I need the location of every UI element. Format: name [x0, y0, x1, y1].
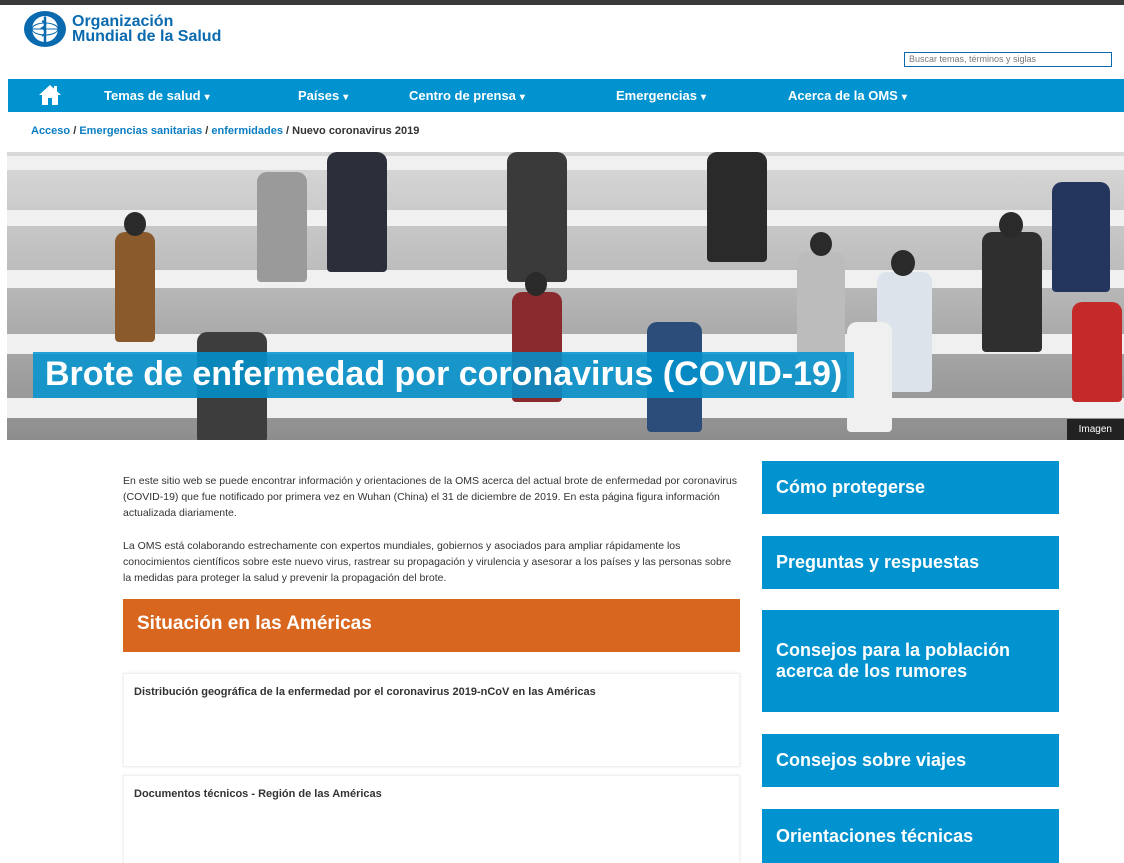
hero-title: Brote de enfermedad por coronavirus (COV…: [33, 352, 855, 398]
main-nav: Temas de salud ▾ Países ▾ Centro de prensa…: [8, 79, 1124, 112]
situation-americas-header[interactable]: Situación en las Américas: [123, 599, 740, 652]
sidebar-button-orientaciones-tecnicas[interactable]: Orientaciones técnicas: [762, 809, 1059, 863]
card-geographic-distribution[interactable]: Distribución geográfica de la enfermedad…: [123, 673, 740, 767]
hero-banner: Brote de enfermedad por coronavirus (COV…: [7, 152, 1124, 440]
nav-item-paises[interactable]: Países ▾: [298, 88, 348, 103]
top-border: [0, 0, 1124, 5]
logo-line-1: Organización: [72, 13, 174, 30]
image-credit-button[interactable]: Imagen: [1066, 419, 1124, 440]
sidebar-button-consejos-viajes[interactable]: Consejos sobre viajes: [762, 734, 1059, 787]
who-emblem-icon: [24, 11, 66, 47]
home-icon[interactable]: [38, 83, 62, 107]
card-title[interactable]: Distribución geográfica de la enfermedad…: [124, 674, 739, 710]
breadcrumb-link-enfermidades[interactable]: enfermidades: [211, 125, 283, 137]
card-title[interactable]: Documentos técnicos - Región de las Amér…: [124, 776, 739, 812]
chevron-down-icon: ▾: [204, 92, 210, 103]
nav-label: Temas de salud: [104, 88, 201, 103]
sidebar-button-consejos-rumores[interactable]: Consejos para la población acerca de los…: [762, 610, 1059, 712]
chevron-down-icon: ▾: [343, 92, 349, 103]
breadcrumb-link-acceso[interactable]: Acceso: [31, 125, 70, 137]
intro-paragraph-1: En este sitio web se puede encontrar inf…: [123, 475, 738, 519]
chevron-down-icon: ▾: [901, 92, 907, 103]
breadcrumb: Acceso / Emergencias sanitarias / enferm…: [31, 125, 419, 137]
breadcrumb-link-emergencias[interactable]: Emergencias sanitarias: [79, 125, 202, 137]
nav-label: Países: [298, 88, 340, 103]
breadcrumb-separator: /: [286, 125, 290, 137]
logo-line-2: Mundial de la Salud: [72, 28, 222, 45]
intro-paragraph-2: La OMS está colaborando estrechamente co…: [123, 540, 732, 584]
search-input[interactable]: Buscar temas, términos y siglas: [904, 52, 1112, 67]
nav-item-temas-de-salud[interactable]: Temas de salud ▾: [104, 88, 210, 103]
card-technical-documents[interactable]: Documentos técnicos - Región de las Amér…: [123, 775, 740, 863]
breadcrumb-current: Nuevo coronavirus 2019: [292, 125, 420, 137]
nav-item-centro-de-prensa[interactable]: Centro de prensa ▾: [409, 88, 525, 103]
breadcrumb-separator: /: [205, 125, 209, 137]
chevron-down-icon: ▾: [700, 92, 706, 103]
who-logo[interactable]: Organización Mundial de la Salud: [22, 7, 221, 51]
nav-item-acerca-de-la-oms[interactable]: Acerca de la OMS ▾: [788, 88, 907, 103]
nav-label: Centro de prensa: [409, 88, 516, 103]
sidebar-button-como-protegerse[interactable]: Cómo protegerse: [762, 461, 1059, 514]
nav-label: Emergencias: [616, 88, 697, 103]
sidebar-button-preguntas-y-respuestas[interactable]: Preguntas y respuestas: [762, 536, 1059, 589]
nav-item-emergencias[interactable]: Emergencias ▾: [616, 88, 706, 103]
nav-label: Acerca de la OMS: [788, 88, 898, 103]
chevron-down-icon: ▾: [519, 92, 525, 103]
breadcrumb-separator: /: [73, 125, 77, 137]
